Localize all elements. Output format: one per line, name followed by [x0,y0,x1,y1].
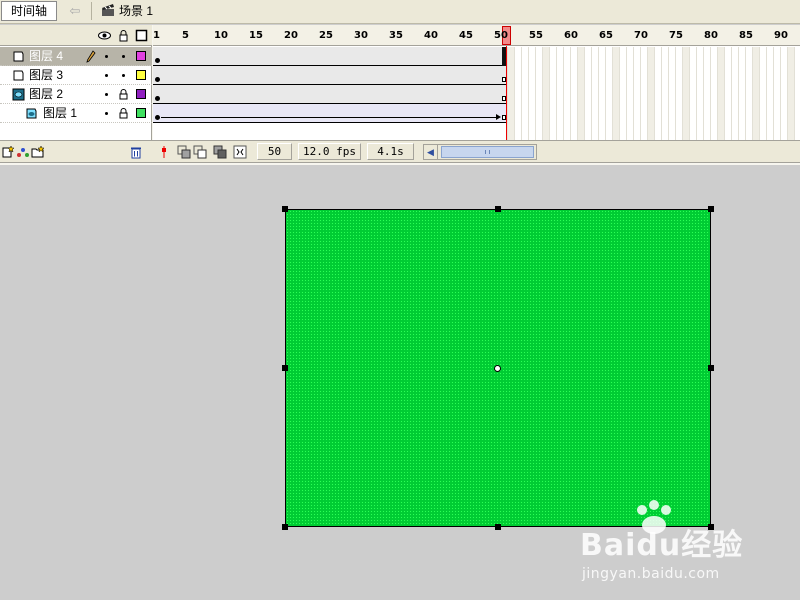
playhead-line [506,46,507,140]
outline-color-box[interactable] [136,70,146,80]
ruler-tick-75: 75 [669,30,683,41]
onion-skin-icon[interactable] [177,145,191,159]
transform-handle-top-left[interactable] [282,206,288,212]
layer-name: 图层 3 [29,68,64,82]
trash-icon[interactable] [129,145,143,159]
outline-icon[interactable] [135,29,148,42]
keyframe[interactable] [155,115,160,120]
ruler-tick-25: 25 [319,30,333,41]
outline-color-box[interactable] [136,51,146,61]
pencil-icon [86,50,96,63]
empty-frames-area[interactable] [507,47,800,140]
edit-multiple-frames-icon[interactable] [213,145,227,159]
ruler-tick-40: 40 [424,30,438,41]
frame-span-layer-3[interactable] [153,66,507,85]
frame-rate-field[interactable]: 12.0 fps [298,143,361,160]
frame-ruler[interactable]: 1 5 10 15 20 25 30 35 40 45 50 55 60 65 70 75 80 85 90 [153,25,800,46]
scroll-left-arrow-icon[interactable]: ◀ [424,145,438,159]
insert-folder-icon[interactable] [31,145,45,159]
transform-handle-bottom[interactable] [495,524,501,530]
lock-icon[interactable] [117,29,130,42]
modify-onion-markers-icon[interactable] [233,145,247,159]
ruler-tick-1: 1 [153,30,160,41]
ruler-tick-60: 60 [564,30,578,41]
scene-label[interactable]: 场景 1 [119,3,153,19]
ruler-tick-80: 80 [704,30,718,41]
keyframe[interactable] [155,58,160,63]
lock-dot[interactable] [122,74,125,77]
flash-editor: 时间轴 ⇦ 场景 1 图层 4 图层 3 图层 2 图层 1 1 5 10 15… [0,0,800,600]
layer-row-1[interactable]: 图层 1 [0,104,152,123]
lock-dot[interactable] [122,55,125,58]
transform-handle-top-right[interactable] [708,206,714,212]
insert-layer-icon[interactable] [1,145,15,159]
layer-row-4[interactable]: 图层 4 [0,47,152,66]
scene-clapper-icon [102,4,114,16]
add-motion-guide-icon[interactable] [16,145,30,159]
transform-center-point[interactable] [494,365,501,372]
keyframe[interactable] [155,77,160,82]
transform-handle-right[interactable] [708,365,714,371]
ruler-tick-90: 90 [774,30,788,41]
transform-handle-left[interactable] [282,365,288,371]
visibility-dot[interactable] [105,93,108,96]
layer-name: 图层 1 [43,106,78,120]
layer-row-3[interactable]: 图层 3 [0,66,152,85]
mask-layer-icon [12,88,25,101]
tween-arrow [161,114,501,120]
masked-layer-icon [26,108,37,119]
layer-row-2[interactable]: 图层 2 [0,85,152,104]
ruler-tick-15: 15 [249,30,263,41]
visibility-dot[interactable] [105,112,108,115]
transform-handle-top[interactable] [495,206,501,212]
stage[interactable]: Baidu经验 jingyan.baidu.com [0,166,800,600]
visibility-dot[interactable] [105,55,108,58]
scroll-thumb[interactable] [441,146,534,158]
lock-icon[interactable] [119,89,128,100]
frames-panel[interactable]: 1 5 10 15 20 25 30 35 40 45 50 55 60 65 70 75 80 85 90 [153,25,800,140]
ruler-tick-30: 30 [354,30,368,41]
outline-color-box[interactable] [136,108,146,118]
scroll-grip [485,150,490,154]
outline-color-box[interactable] [136,89,146,99]
edit-bar: 时间轴 ⇦ 场景 1 [0,0,800,24]
timeline-horizontal-scrollbar[interactable]: ◀ [423,144,537,160]
toolbar-separator [91,2,92,20]
ruler-tick-65: 65 [599,30,613,41]
ruler-tick-10: 10 [214,30,228,41]
watermark-url: jingyan.baidu.com [582,566,720,582]
layer-icon [13,70,24,81]
layer-icon [13,51,24,62]
center-frame-icon[interactable] [157,145,171,159]
ruler-tick-50: 50 [494,30,508,41]
ruler-tick-70: 70 [634,30,648,41]
timeline-toggle-button[interactable]: 时间轴 [1,1,57,21]
current-frame-field: 50 [257,143,292,160]
lock-icon[interactable] [119,108,128,119]
ruler-tick-35: 35 [389,30,403,41]
back-arrow-icon[interactable]: ⇦ [66,3,84,19]
motion-tween-layer-1[interactable] [153,104,507,123]
frame-span-layer-4[interactable] [153,47,507,66]
ruler-tick-55: 55 [529,30,543,41]
frame-span-layer-2[interactable] [153,85,507,104]
baidu-watermark: Baidu经验 jingyan.baidu.com [580,500,770,590]
layers-panel: 图层 4 图层 3 图层 2 图层 1 [0,25,152,140]
keyframe[interactable] [155,96,160,101]
timeline-footer: 50 12.0 fps 4.1s ◀ [0,140,800,163]
onion-skin-outlines-icon[interactable] [193,145,207,159]
transform-handle-bottom-left[interactable] [282,524,288,530]
ruler-tick-20: 20 [284,30,298,41]
ruler-tick-85: 85 [739,30,753,41]
ruler-tick-45: 45 [459,30,473,41]
timeline-panel: 图层 4 图层 3 图层 2 图层 1 1 5 10 15 20 25 30 3… [0,25,800,165]
eye-icon[interactable] [98,29,111,42]
ruler-tick-5: 5 [182,30,189,41]
visibility-dot[interactable] [105,74,108,77]
watermark-brand: Baidu经验 [580,528,744,563]
layer-name: 图层 4 [29,49,64,63]
layers-header [0,25,152,46]
layer-name: 图层 2 [29,87,64,101]
elapsed-time-field: 4.1s [367,143,414,160]
